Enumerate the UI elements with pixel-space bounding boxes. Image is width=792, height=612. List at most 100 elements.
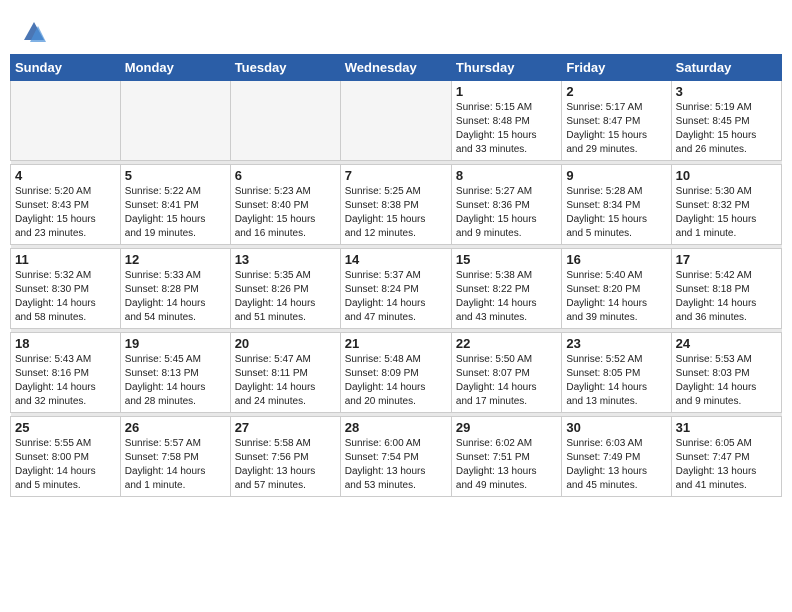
calendar-cell: 2 Sunrise: 5:17 AM Sunset: 8:47 PM Daylig… (562, 81, 671, 161)
cell-details: Sunrise: 5:37 AM Sunset: 8:24 PM Dayligh… (345, 269, 447, 325)
day-number: 30 (566, 420, 666, 435)
calendar-cell: 26Sunrise: 5:57 AM Sunset: 7:58 PM Dayli… (120, 417, 230, 497)
calendar-cell: 5 Sunrise: 5:22 AM Sunset: 8:41 PM Daylig… (120, 165, 230, 245)
calendar-cell: 29 Sunrise: 6:02 AM Sunset: 7:51 PM Dayli… (451, 417, 561, 497)
cell-details: Sunrise: 5:25 AM Sunset: 8:38 PM Dayligh… (345, 185, 447, 241)
day-number: 20 (235, 336, 336, 351)
cell-details: Sunrise: 5:20 AM Sunset: 8:43 PM Dayligh… (15, 185, 116, 241)
day-number: 21 (345, 336, 447, 351)
day-number: 11 (15, 252, 116, 267)
calendar-cell: 28Sunrise: 6:00 AM Sunset: 7:54 PM Dayli… (340, 417, 451, 497)
cell-details: Sunrise: 6:05 AM Sunset: 7:47 PM Dayligh… (676, 437, 777, 493)
day-number: 2 (566, 84, 666, 99)
weekday-header-row: SundayMondayTuesdayWednesdayThursdayFrid… (11, 55, 782, 81)
calendar-cell: 15Sunrise: 5:38 AM Sunset: 8:22 PM Dayli… (451, 249, 561, 329)
logo (20, 18, 50, 46)
cell-details: Sunrise: 5:22 AM Sunset: 8:41 PM Dayligh… (125, 185, 226, 241)
cell-details: Sunrise: 5:57 AM Sunset: 7:58 PM Dayligh… (125, 437, 226, 493)
weekday-header-thursday: Thursday (451, 55, 561, 81)
calendar-cell: 8 Sunrise: 5:27 AM Sunset: 8:36 PM Daylig… (451, 165, 561, 245)
day-number: 6 (235, 168, 336, 183)
weekday-header-monday: Monday (120, 55, 230, 81)
calendar-cell: 13Sunrise: 5:35 AM Sunset: 8:26 PM Dayli… (230, 249, 340, 329)
cell-details: Sunrise: 5:19 AM Sunset: 8:45 PM Dayligh… (676, 101, 777, 157)
calendar-cell: 18 Sunrise: 5:43 AM Sunset: 8:16 PM Dayli… (11, 333, 121, 413)
cell-details: Sunrise: 5:55 AM Sunset: 8:00 PM Dayligh… (15, 437, 116, 493)
weekday-header-saturday: Saturday (671, 55, 781, 81)
cell-details: Sunrise: 5:15 AM Sunset: 8:48 PM Dayligh… (456, 101, 557, 157)
day-number: 29 (456, 420, 557, 435)
calendar-cell: 14 Sunrise: 5:37 AM Sunset: 8:24 PM Dayli… (340, 249, 451, 329)
calendar-cell: 17Sunrise: 5:42 AM Sunset: 8:18 PM Dayli… (671, 249, 781, 329)
calendar-cell: 24 Sunrise: 5:53 AM Sunset: 8:03 PM Dayli… (671, 333, 781, 413)
calendar-cell: 20 Sunrise: 5:47 AM Sunset: 8:11 PM Dayli… (230, 333, 340, 413)
day-number: 23 (566, 336, 666, 351)
cell-details: Sunrise: 5:40 AM Sunset: 8:20 PM Dayligh… (566, 269, 666, 325)
calendar-cell: 30 Sunrise: 6:03 AM Sunset: 7:49 PM Dayli… (562, 417, 671, 497)
calendar-cell: 23 Sunrise: 5:52 AM Sunset: 8:05 PM Dayli… (562, 333, 671, 413)
cell-details: Sunrise: 5:48 AM Sunset: 8:09 PM Dayligh… (345, 353, 447, 409)
calendar-cell: 3 Sunrise: 5:19 AM Sunset: 8:45 PM Daylig… (671, 81, 781, 161)
day-number: 10 (676, 168, 777, 183)
calendar-cell: 10 Sunrise: 5:30 AM Sunset: 8:32 PM Dayli… (671, 165, 781, 245)
calendar-cell: 27 Sunrise: 5:58 AM Sunset: 7:56 PM Dayli… (230, 417, 340, 497)
logo-icon (20, 18, 48, 46)
calendar-cell (120, 81, 230, 161)
cell-details: Sunrise: 5:52 AM Sunset: 8:05 PM Dayligh… (566, 353, 666, 409)
calendar-cell: 19Sunrise: 5:45 AM Sunset: 8:13 PM Dayli… (120, 333, 230, 413)
day-number: 18 (15, 336, 116, 351)
weekday-header-wednesday: Wednesday (340, 55, 451, 81)
calendar-cell: 25 Sunrise: 5:55 AM Sunset: 8:00 PM Dayli… (11, 417, 121, 497)
calendar-cell: 4Sunrise: 5:20 AM Sunset: 8:43 PM Daylig… (11, 165, 121, 245)
weekday-header-friday: Friday (562, 55, 671, 81)
cell-details: Sunrise: 5:47 AM Sunset: 8:11 PM Dayligh… (235, 353, 336, 409)
calendar-cell (230, 81, 340, 161)
weekday-header-sunday: Sunday (11, 55, 121, 81)
calendar-cell: 11 Sunrise: 5:32 AM Sunset: 8:30 PM Dayli… (11, 249, 121, 329)
day-number: 7 (345, 168, 447, 183)
cell-details: Sunrise: 5:32 AM Sunset: 8:30 PM Dayligh… (15, 269, 116, 325)
calendar-cell (340, 81, 451, 161)
cell-details: Sunrise: 5:30 AM Sunset: 8:32 PM Dayligh… (676, 185, 777, 241)
day-number: 14 (345, 252, 447, 267)
day-number: 31 (676, 420, 777, 435)
day-number: 27 (235, 420, 336, 435)
cell-details: Sunrise: 6:02 AM Sunset: 7:51 PM Dayligh… (456, 437, 557, 493)
day-number: 8 (456, 168, 557, 183)
cell-details: Sunrise: 5:53 AM Sunset: 8:03 PM Dayligh… (676, 353, 777, 409)
day-number: 13 (235, 252, 336, 267)
cell-details: Sunrise: 5:43 AM Sunset: 8:16 PM Dayligh… (15, 353, 116, 409)
cell-details: Sunrise: 5:28 AM Sunset: 8:34 PM Dayligh… (566, 185, 666, 241)
day-number: 19 (125, 336, 226, 351)
day-number: 12 (125, 252, 226, 267)
week-row-2: 4Sunrise: 5:20 AM Sunset: 8:43 PM Daylig… (11, 165, 782, 245)
cell-details: Sunrise: 6:03 AM Sunset: 7:49 PM Dayligh… (566, 437, 666, 493)
day-number: 25 (15, 420, 116, 435)
calendar-cell: 6 Sunrise: 5:23 AM Sunset: 8:40 PM Daylig… (230, 165, 340, 245)
calendar-cell: 22Sunrise: 5:50 AM Sunset: 8:07 PM Dayli… (451, 333, 561, 413)
cell-details: Sunrise: 5:27 AM Sunset: 8:36 PM Dayligh… (456, 185, 557, 241)
calendar-cell: 7 Sunrise: 5:25 AM Sunset: 8:38 PM Daylig… (340, 165, 451, 245)
week-row-1: 1 Sunrise: 5:15 AM Sunset: 8:48 PM Daylig… (11, 81, 782, 161)
header (10, 10, 782, 50)
day-number: 24 (676, 336, 777, 351)
calendar-cell: 1 Sunrise: 5:15 AM Sunset: 8:48 PM Daylig… (451, 81, 561, 161)
weekday-header-tuesday: Tuesday (230, 55, 340, 81)
calendar-cell: 16 Sunrise: 5:40 AM Sunset: 8:20 PM Dayli… (562, 249, 671, 329)
day-number: 1 (456, 84, 557, 99)
day-number: 3 (676, 84, 777, 99)
cell-details: Sunrise: 5:58 AM Sunset: 7:56 PM Dayligh… (235, 437, 336, 493)
cell-details: Sunrise: 5:17 AM Sunset: 8:47 PM Dayligh… (566, 101, 666, 157)
day-number: 5 (125, 168, 226, 183)
cell-details: Sunrise: 6:00 AM Sunset: 7:54 PM Dayligh… (345, 437, 447, 493)
week-row-5: 25 Sunrise: 5:55 AM Sunset: 8:00 PM Dayli… (11, 417, 782, 497)
day-number: 16 (566, 252, 666, 267)
day-number: 17 (676, 252, 777, 267)
calendar-cell: 9Sunrise: 5:28 AM Sunset: 8:34 PM Daylig… (562, 165, 671, 245)
week-row-4: 18 Sunrise: 5:43 AM Sunset: 8:16 PM Dayli… (11, 333, 782, 413)
calendar-table: SundayMondayTuesdayWednesdayThursdayFrid… (10, 54, 782, 497)
cell-details: Sunrise: 5:33 AM Sunset: 8:28 PM Dayligh… (125, 269, 226, 325)
cell-details: Sunrise: 5:50 AM Sunset: 8:07 PM Dayligh… (456, 353, 557, 409)
cell-details: Sunrise: 5:38 AM Sunset: 8:22 PM Dayligh… (456, 269, 557, 325)
cell-details: Sunrise: 5:23 AM Sunset: 8:40 PM Dayligh… (235, 185, 336, 241)
